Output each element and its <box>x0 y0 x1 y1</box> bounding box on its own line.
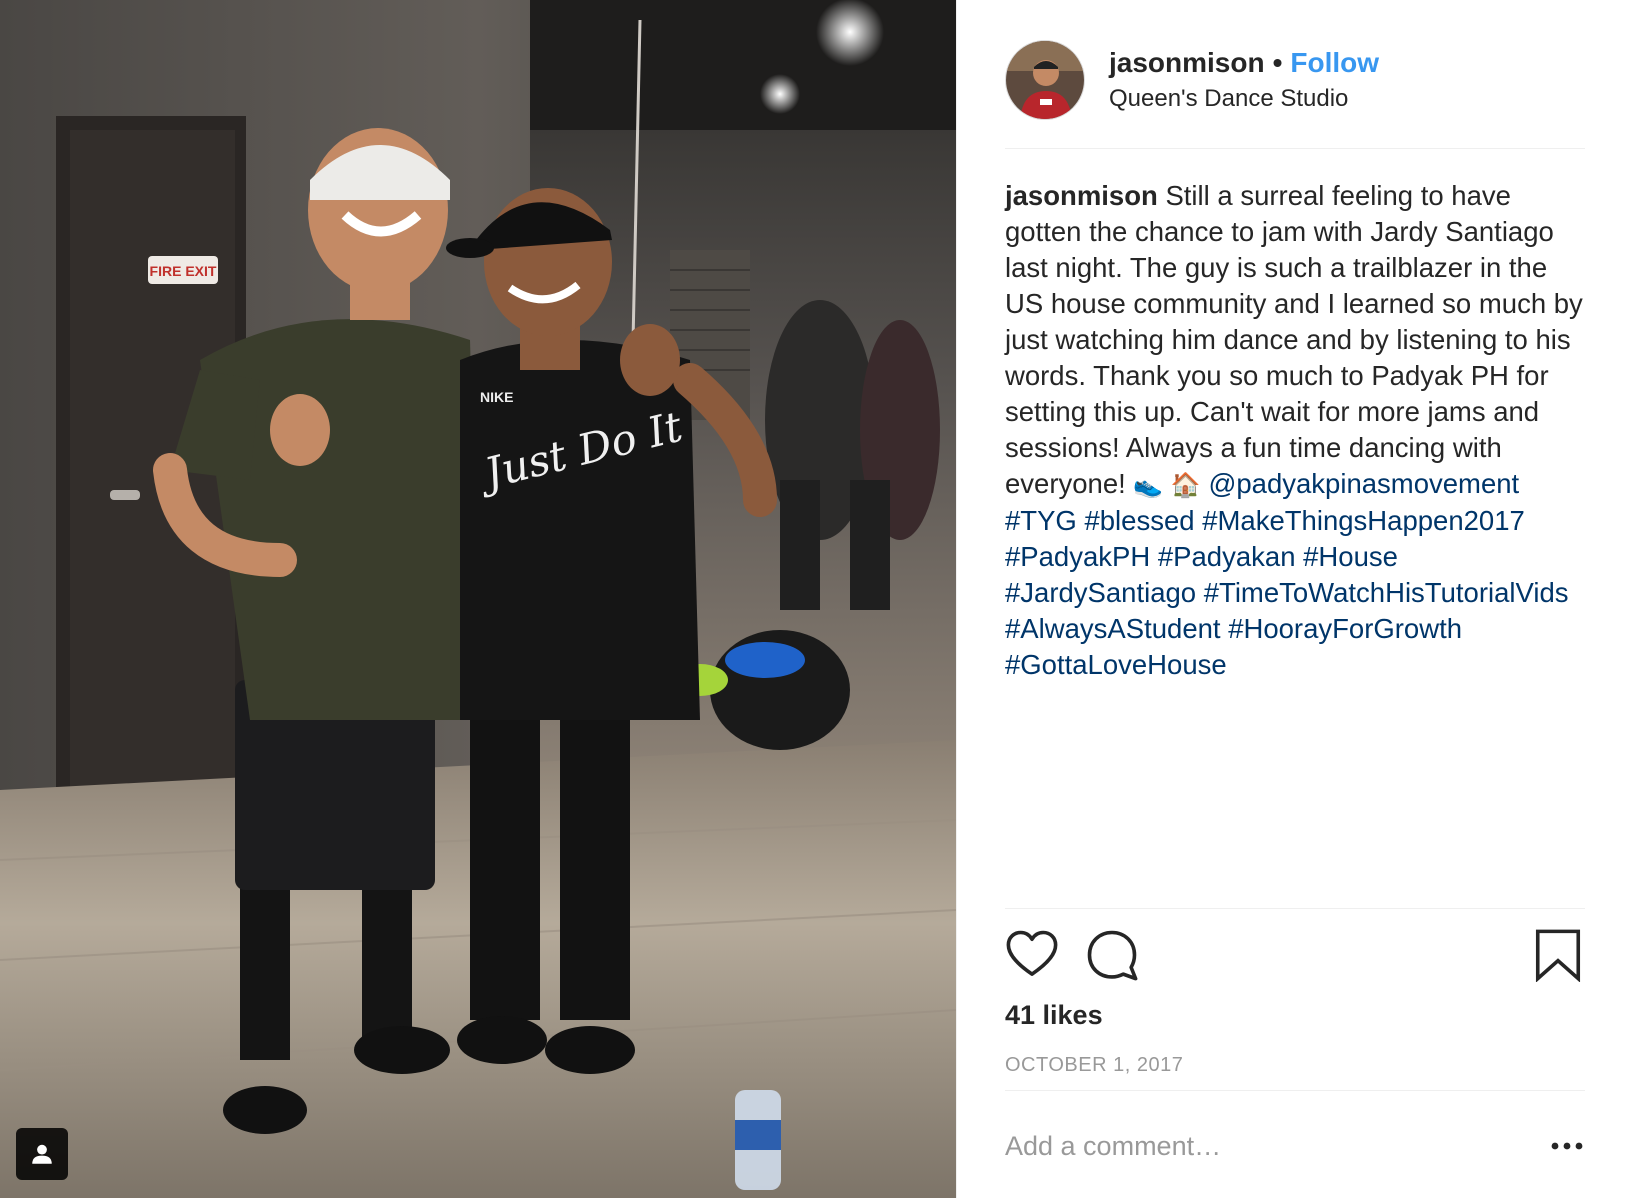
bookmark-icon <box>1535 929 1581 982</box>
action-bar <box>1005 928 1585 982</box>
header-user-line: jasonmison • Follow <box>1109 46 1379 80</box>
hashtag-link[interactable]: #HoorayForGrowth <box>1228 613 1462 644</box>
caption-username-link[interactable]: jasonmison <box>1005 180 1158 211</box>
header-divider <box>1005 148 1585 149</box>
hashtag-link[interactable]: #PadyakPH <box>1005 541 1150 572</box>
save-button[interactable] <box>1531 928 1585 982</box>
avatar[interactable] <box>1005 40 1085 120</box>
hashtag-link[interactable]: #MakeThingsHappen2017 <box>1202 505 1525 536</box>
follow-button[interactable]: Follow <box>1290 47 1379 78</box>
comment-icon <box>1087 930 1138 981</box>
heart-icon <box>1006 930 1058 976</box>
post-sidebar: jasonmison • Follow Queen's Dance Studio j… <box>956 0 1628 1198</box>
caption-emojis: 👟 🏠 <box>1133 471 1201 499</box>
separator-dot: • <box>1272 47 1283 78</box>
hashtag-link[interactable]: #AlwaysAStudent <box>1005 613 1221 644</box>
more-options-button[interactable] <box>1547 1132 1587 1160</box>
hashtag-link[interactable]: #TimeToWatchHisTutorialVids <box>1204 577 1569 608</box>
location-link[interactable]: Queen's Dance Studio <box>1109 84 1348 114</box>
comment-input[interactable] <box>1005 1124 1525 1168</box>
username-link[interactable]: jasonmison <box>1109 47 1265 78</box>
post-photo[interactable]: FIRE EXIT NIKE Just Do It <box>0 0 956 1198</box>
more-options-icon <box>1551 1142 1583 1150</box>
post-image: FIRE EXIT NIKE Just Do It <box>0 0 956 1198</box>
hashtag-link[interactable]: #blessed <box>1084 505 1194 536</box>
mention-link[interactable]: @padyakpinasmovement <box>1208 468 1519 499</box>
like-button[interactable] <box>1005 928 1059 982</box>
caption: jasonmison Still a surreal feeling to ha… <box>1005 178 1587 683</box>
caption-text: Still a surreal feeling to have gotten t… <box>1005 180 1583 499</box>
profile-picture <box>1006 41 1084 119</box>
post-header: jasonmison • Follow Queen's Dance Studio <box>1005 40 1585 120</box>
hashtag-link[interactable]: #GottaLoveHouse <box>1005 649 1227 680</box>
hashtag-link[interactable]: #House <box>1303 541 1398 572</box>
hashtag-link[interactable]: #TYG <box>1005 505 1077 536</box>
hashtag-link[interactable]: #Padyakan <box>1158 541 1296 572</box>
likes-count[interactable]: 41 likes <box>1005 998 1103 1032</box>
hashtag-link[interactable]: #JardySantiago <box>1005 577 1196 608</box>
fire-exit-sign: FIRE EXIT <box>150 263 217 279</box>
post-date: OCTOBER 1, 2017 <box>1005 1054 1184 1076</box>
actions-divider <box>1005 908 1585 909</box>
shirt-brand: NIKE <box>480 389 513 405</box>
comment-button[interactable] <box>1085 928 1139 982</box>
tagged-users-button[interactable] <box>16 1128 68 1180</box>
comment-divider <box>1005 1090 1585 1091</box>
user-tag-icon <box>32 1144 52 1164</box>
